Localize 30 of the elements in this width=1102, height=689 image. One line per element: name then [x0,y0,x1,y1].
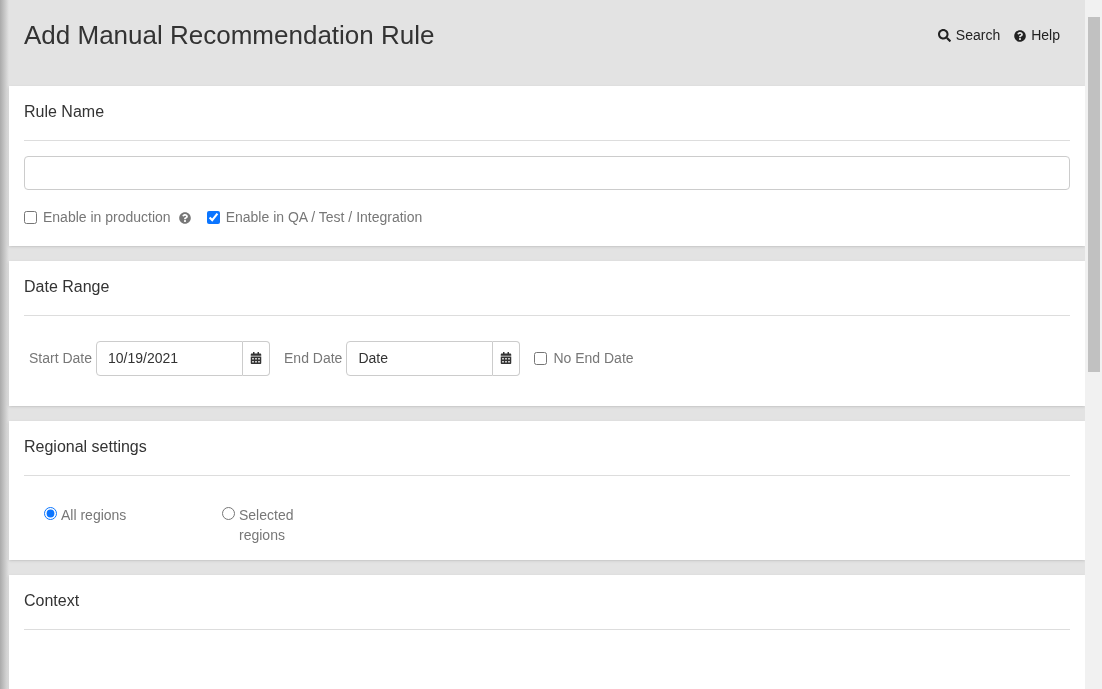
date-label: Start Date [29,348,93,368]
checkbox-label: No End Date [553,348,634,368]
section-title: Date Range [24,260,1070,316]
checkbox-label: Enable in QA / Test / Integration [225,208,423,228]
end-date-field[interactable]: Date [346,340,494,376]
calendar-icon [250,352,263,365]
checkbox[interactable] [534,351,548,365]
section-title: Context [24,575,1070,630]
radio-button[interactable] [44,507,57,521]
help-link[interactable]: Help [1014,25,1060,47]
rule-name-input[interactable] [24,156,1070,191]
checkbox[interactable] [24,211,37,225]
scrollbar-thumb[interactable] [1087,17,1100,372]
radio-label: Selected regions [239,506,295,546]
section-title: Regional settings [24,421,1070,477]
calendar-icon [500,352,513,365]
calendar-button[interactable] [493,340,521,376]
search-link[interactable]: Search [937,25,1001,47]
date-label: End Date [284,348,343,368]
search-icon [937,29,951,43]
section-title: Rule Name [24,86,1070,142]
radio-button[interactable] [222,507,235,521]
calendar-button[interactable] [243,340,271,376]
page-title: Add Manual Recommendation Rule [24,19,435,53]
help-icon[interactable] [178,211,191,224]
checkbox[interactable] [206,211,220,225]
start-date-field[interactable]: 10/19/2021 [96,340,244,376]
help-icon [1014,29,1027,42]
radio-label: All regions [61,506,127,526]
checkbox-label: Enable in production [43,208,171,228]
